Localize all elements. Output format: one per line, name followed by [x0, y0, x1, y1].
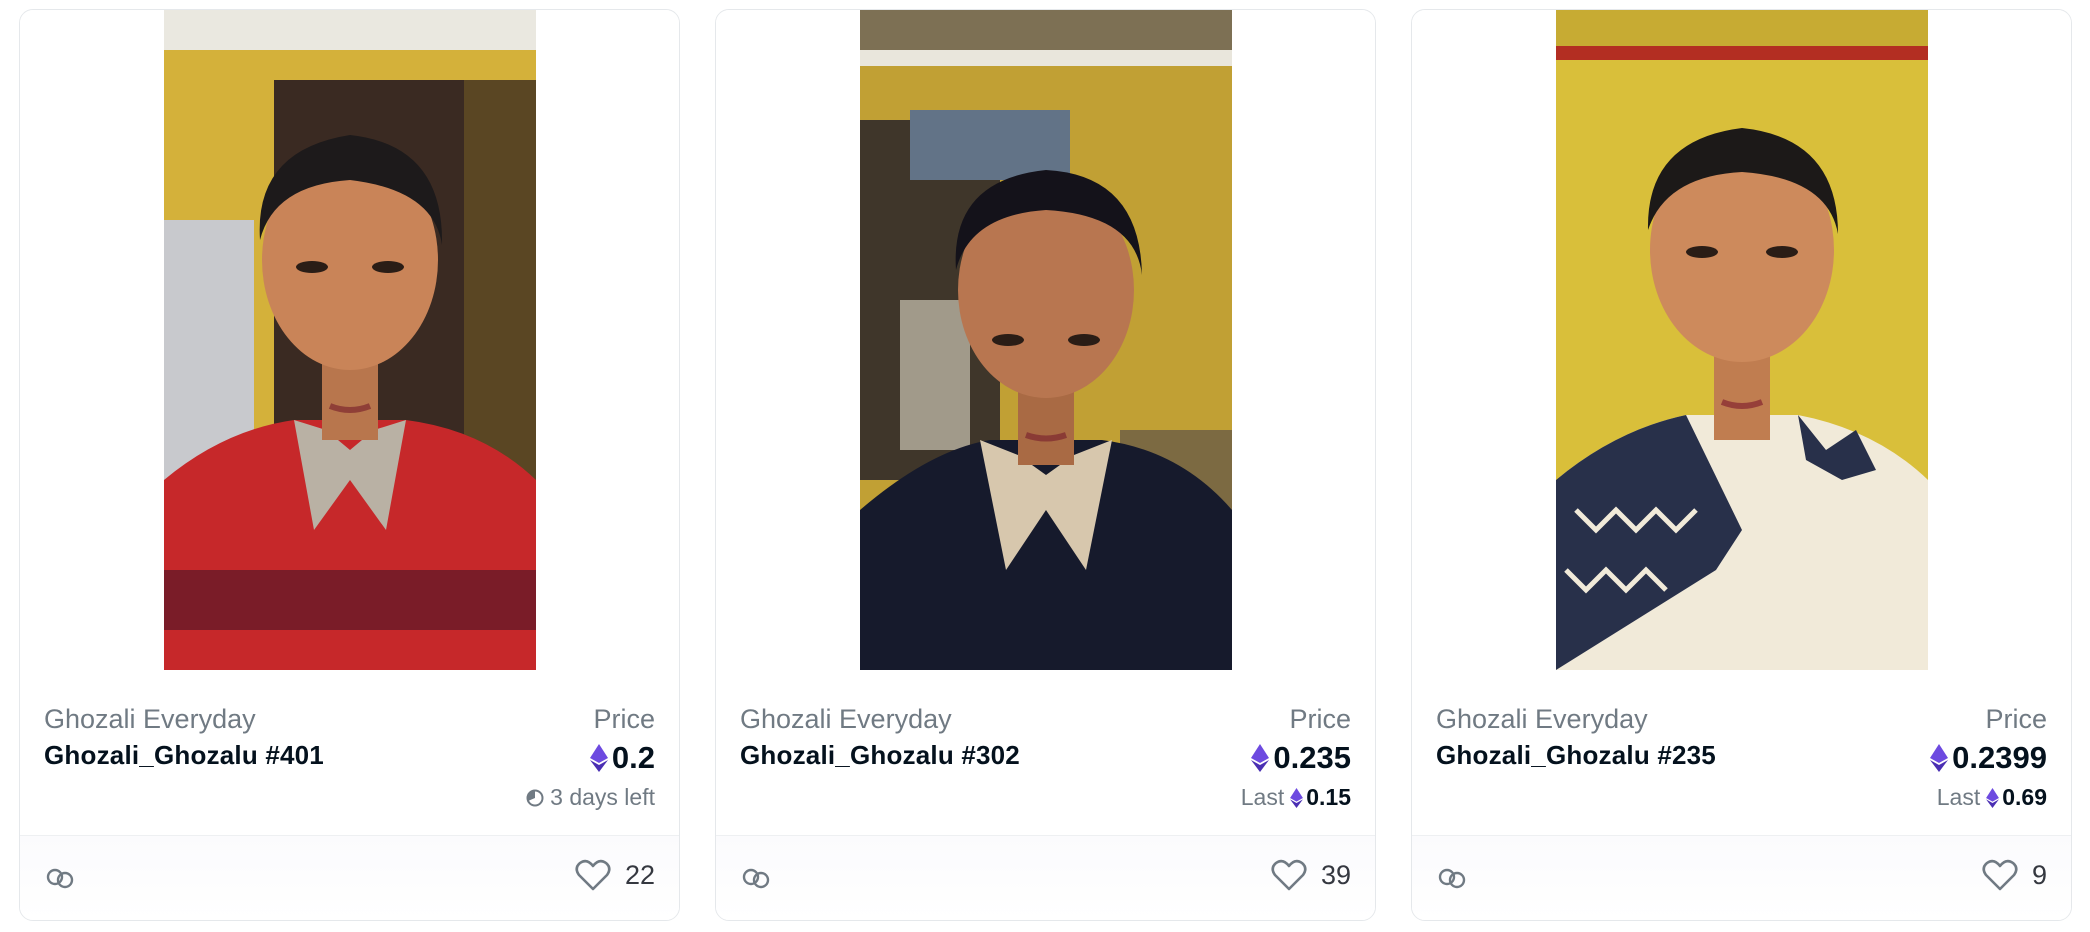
nft-card[interactable]: Ghozali Everyday Ghozali_Ghozalu #235 Pr…: [1411, 9, 2072, 921]
nft-info: Ghozali Everyday Ghozali_Ghozalu #401 Pr…: [44, 696, 655, 816]
price-amount: 0.235: [1273, 740, 1351, 775]
nft-image-art: [859, 10, 1232, 670]
chain-link-icon[interactable]: [740, 862, 772, 894]
nft-card[interactable]: Ghozali Everyday Ghozali_Ghozalu #401 Pr…: [19, 9, 680, 921]
nft-name[interactable]: Ghozali_Ghozalu #302: [740, 740, 1020, 771]
nft-image[interactable]: [1555, 10, 1928, 670]
card-footer: 22: [20, 835, 679, 920]
last-sale: Last 0.15: [1241, 784, 1351, 811]
card-footer: 39: [716, 835, 1375, 920]
last-sale-label: Last: [1936, 784, 1981, 810]
nft-card-grid: Ghozali Everyday Ghozali_Ghozalu #401 Pr…: [19, 9, 2073, 923]
price-value: 0.2: [589, 740, 655, 776]
last-sale-label: Last: [1240, 784, 1285, 810]
chain-link-icon[interactable]: [1436, 862, 1468, 894]
nft-image-art: [163, 10, 536, 670]
price-label: Price: [1289, 704, 1351, 734]
heart-icon[interactable]: [1982, 858, 2018, 892]
time-left-text: 3 days left: [550, 784, 655, 810]
price-value: 0.2399: [1930, 740, 2047, 776]
price-amount: 0.2399: [1952, 740, 2047, 775]
nft-media[interactable]: [716, 10, 1375, 672]
heart-icon[interactable]: [575, 858, 611, 892]
ethereum-icon: [589, 744, 608, 772]
nft-card[interactable]: Ghozali Everyday Ghozali_Ghozalu #302 Pr…: [715, 9, 1376, 921]
nft-name[interactable]: Ghozali_Ghozalu #235: [1436, 740, 1716, 771]
ethereum-icon: [1290, 787, 1304, 808]
nft-image[interactable]: [859, 10, 1232, 670]
nft-media[interactable]: [1412, 10, 2071, 672]
nft-media[interactable]: [20, 10, 679, 672]
price-label: Price: [1985, 704, 2047, 734]
last-sale: Last 0.69: [1937, 784, 2047, 811]
collection-name[interactable]: Ghozali Everyday: [44, 704, 256, 735]
time-left: 3 days left: [526, 784, 655, 811]
heart-icon[interactable]: [1271, 858, 1307, 892]
last-sale-amount: 0.15: [1306, 784, 1351, 810]
price-amount: 0.2: [611, 740, 655, 775]
price-label: Price: [593, 704, 655, 734]
nft-info: Ghozali Everyday Ghozali_Ghozalu #302 Pr…: [740, 696, 1351, 816]
last-sale-amount: 0.69: [2002, 784, 2047, 810]
like-count: 39: [1320, 859, 1351, 890]
nft-info: Ghozali Everyday Ghozali_Ghozalu #235 Pr…: [1436, 696, 2047, 816]
like-button[interactable]: 39: [1271, 858, 1351, 892]
like-button[interactable]: 9: [1982, 858, 2047, 892]
like-count: 9: [2031, 859, 2047, 890]
last-sale-value: 0.69: [1986, 784, 2047, 811]
nft-name[interactable]: Ghozali_Ghozalu #401: [44, 740, 324, 771]
price-value: 0.235: [1251, 740, 1351, 776]
like-button[interactable]: 22: [575, 858, 655, 892]
ethereum-icon: [1986, 787, 2000, 808]
clock-icon: [526, 789, 544, 806]
collection-name[interactable]: Ghozali Everyday: [740, 704, 952, 735]
nft-image-art: [1555, 10, 1928, 670]
ethereum-icon: [1930, 744, 1949, 772]
collection-name[interactable]: Ghozali Everyday: [1436, 704, 1648, 735]
nft-image[interactable]: [163, 10, 536, 670]
like-count: 22: [624, 859, 655, 890]
ethereum-icon: [1251, 744, 1270, 772]
card-footer: 9: [1412, 835, 2071, 920]
last-sale-value: 0.15: [1290, 784, 1351, 811]
chain-link-icon[interactable]: [44, 862, 76, 894]
